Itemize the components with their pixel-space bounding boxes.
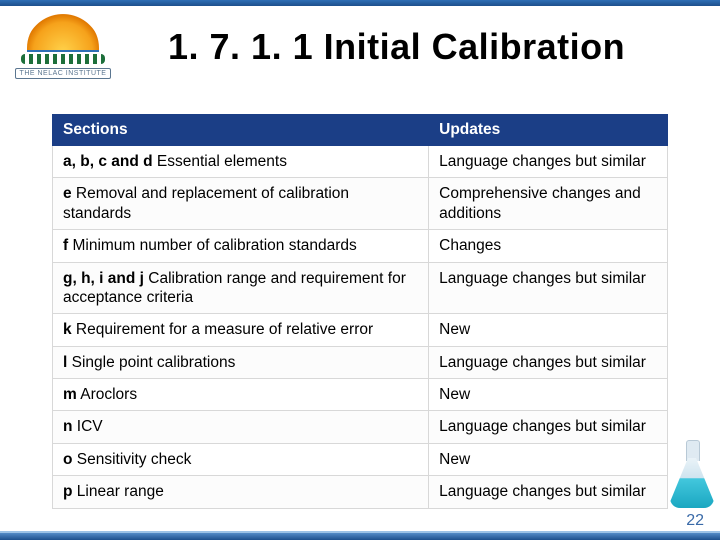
section-lead: e [63,185,72,202]
table-row: a, b, c and d Essential elements Languag… [53,146,668,178]
bottom-accent-bar [0,532,720,540]
cell-update: New [429,443,668,475]
flask-neck [686,440,700,461]
cell-section: k Requirement for a measure of relative … [53,314,429,346]
nelac-logo: THE NELAC INSTITUTE [8,12,118,84]
table-row: e Removal and replacement of calibration… [53,178,668,230]
table-row: p Linear range Language changes but simi… [53,476,668,508]
section-rest: ICV [72,418,102,435]
cell-update: Changes [429,230,668,262]
table-row: g, h, i and j Calibration range and requ… [53,262,668,314]
flask-body [670,458,714,508]
logo-label: THE NELAC INSTITUTE [15,68,112,79]
table-row: o Sensitivity check New [53,443,668,475]
section-lead: m [63,386,77,403]
section-rest: Requirement for a measure of relative er… [72,321,374,338]
top-accent-bar [0,0,720,6]
section-rest: Single point calibrations [67,354,235,371]
slide: THE NELAC INSTITUTE 1. 7. 1. 1 Initial C… [0,0,720,540]
cell-update: Language changes but similar [429,146,668,178]
page-number: 22 [686,512,704,530]
cell-update: Language changes but similar [429,411,668,443]
cell-section: f Minimum number of calibration standard… [53,230,429,262]
header-sections: Sections [53,115,429,146]
section-lead: a, b, c and d [63,153,153,170]
section-rest: Sensitivity check [72,451,191,468]
sun-icon [27,12,99,52]
cell-section: a, b, c and d Essential elements [53,146,429,178]
section-rest: Minimum number of calibration standards [68,237,357,254]
table-row: m Aroclors New [53,379,668,411]
section-rest: Removal and replacement of calibration s… [63,185,349,221]
slide-title: 1. 7. 1. 1 Initial Calibration [168,26,625,68]
header-updates: Updates [429,115,668,146]
table-row: n ICV Language changes but similar [53,411,668,443]
cell-section: m Aroclors [53,379,429,411]
waves-icon [21,54,105,64]
section-rest: Essential elements [153,153,287,170]
cell-section: l Single point calibrations [53,346,429,378]
cell-update: Language changes but similar [429,262,668,314]
cell-update: New [429,379,668,411]
cell-section: g, h, i and j Calibration range and requ… [53,262,429,314]
cell-section: o Sensitivity check [53,443,429,475]
section-lead: g, h, i and j [63,270,144,287]
flask-icon [670,440,714,512]
cell-update: Comprehensive changes and additions [429,178,668,230]
cell-update: Language changes but similar [429,346,668,378]
cell-update: Language changes but similar [429,476,668,508]
section-rest: Aroclors [77,386,137,403]
table-row: k Requirement for a measure of relative … [53,314,668,346]
calibration-table: Sections Updates a, b, c and d Essential… [52,114,668,509]
cell-update: New [429,314,668,346]
table-header-row: Sections Updates [53,115,668,146]
section-lead: k [63,321,72,338]
cell-section: n ICV [53,411,429,443]
cell-section: p Linear range [53,476,429,508]
table-row: l Single point calibrations Language cha… [53,346,668,378]
section-rest: Linear range [72,483,163,500]
table-row: f Minimum number of calibration standard… [53,230,668,262]
cell-section: e Removal and replacement of calibration… [53,178,429,230]
